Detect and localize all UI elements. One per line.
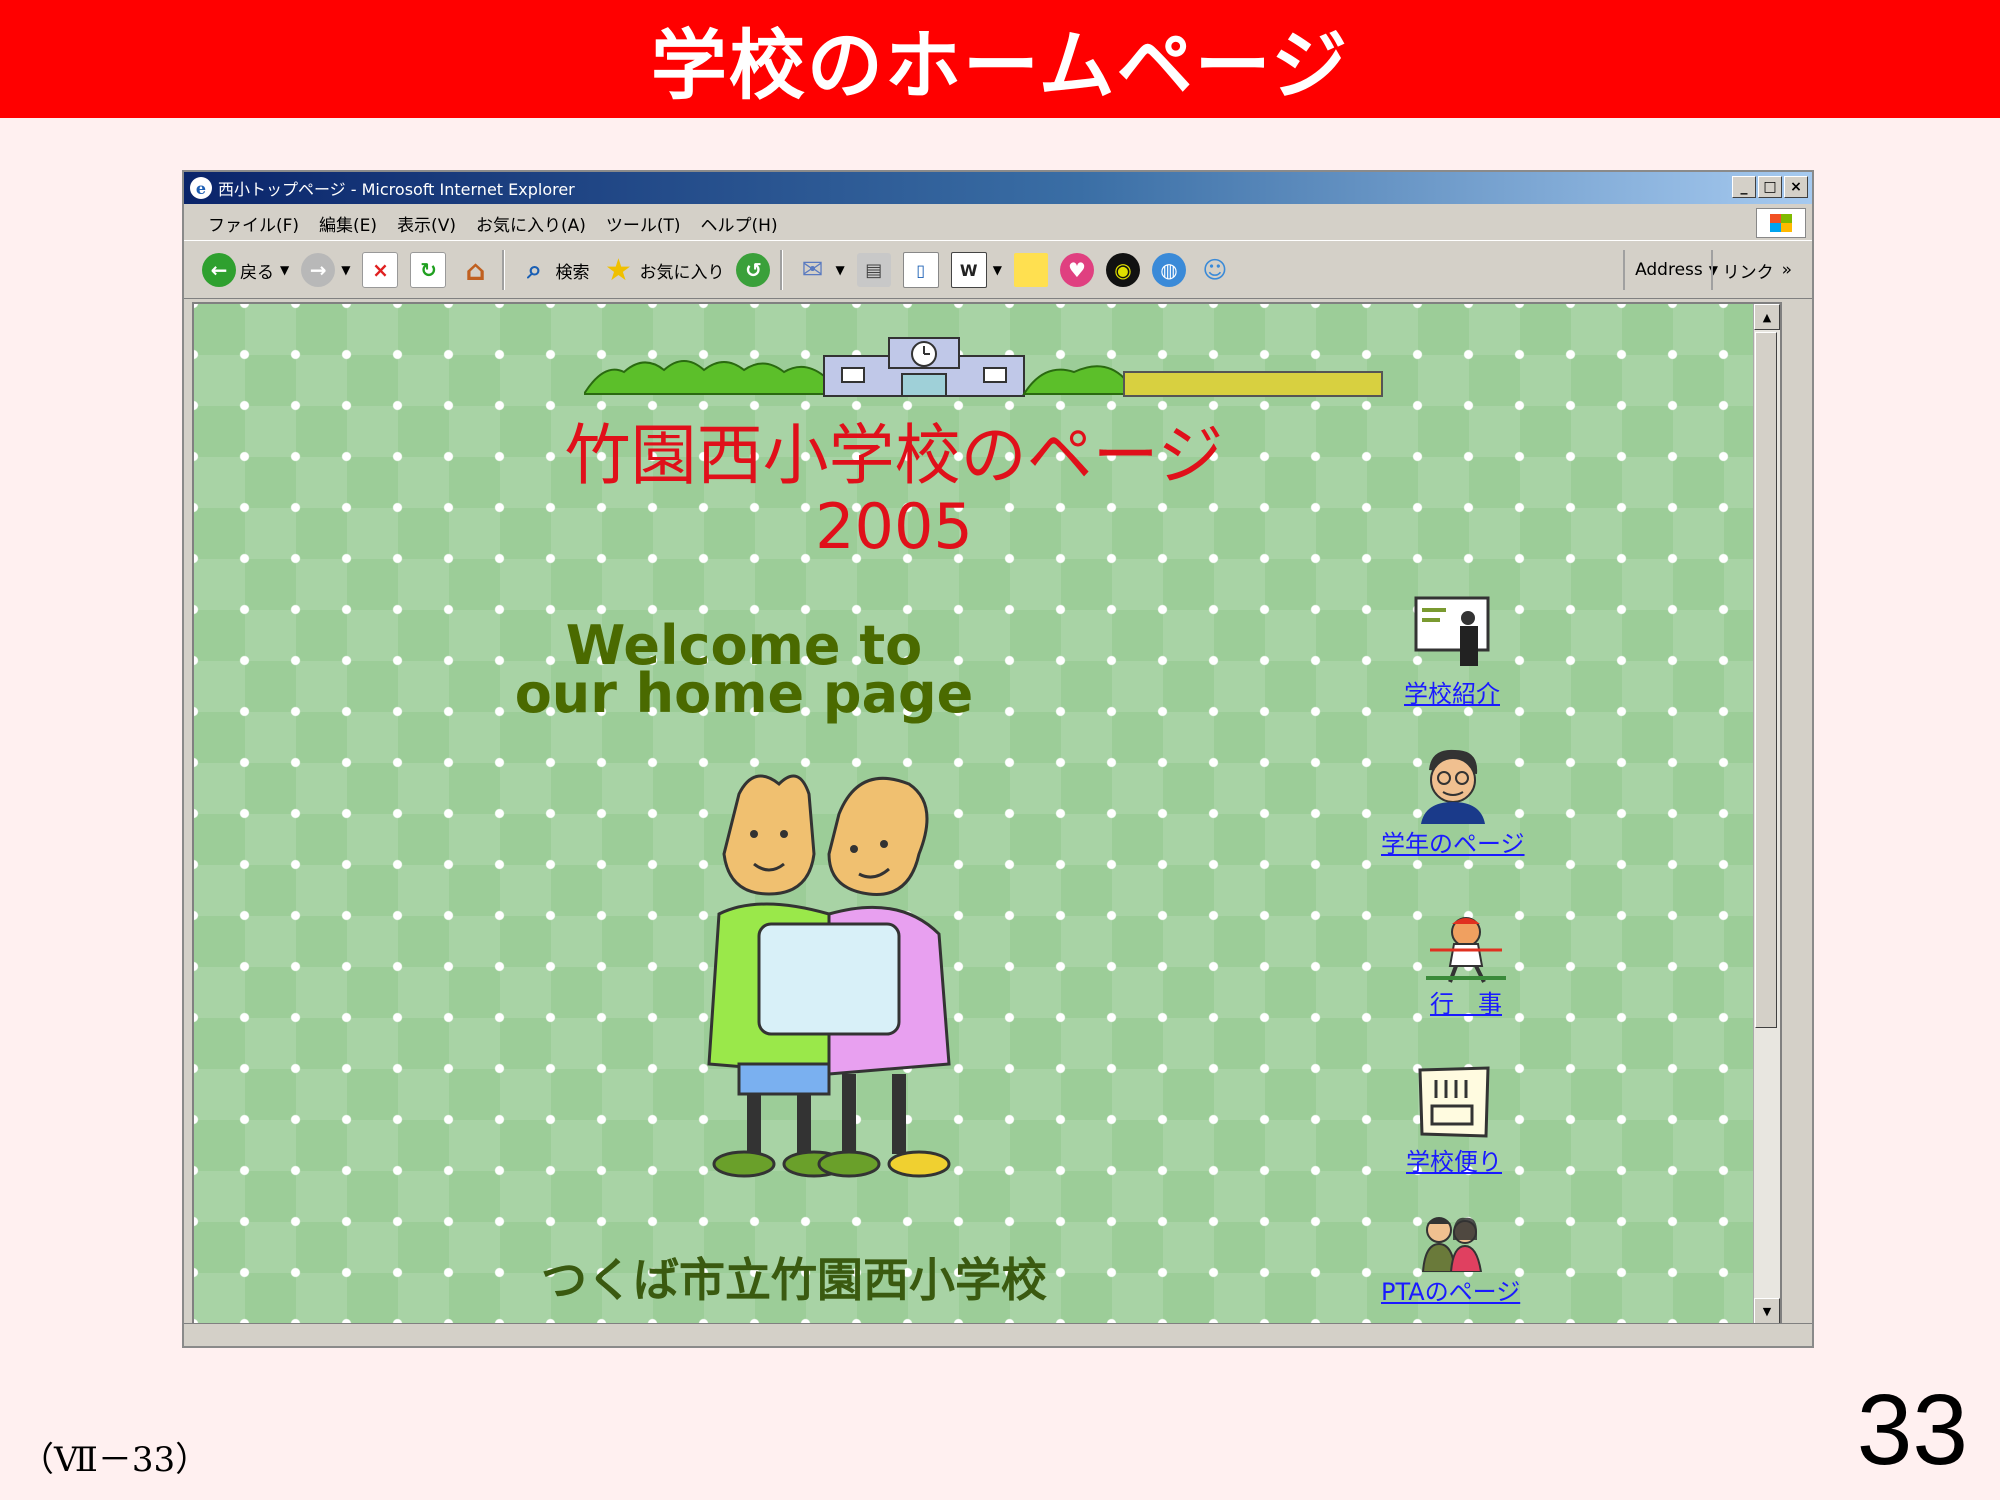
menu-edit[interactable]: 編集(E) (319, 211, 377, 236)
print-button[interactable]: ▤ (856, 253, 891, 287)
page-edit-icon: ▯ (902, 252, 939, 288)
window-title: 西小トップページ - Microsoft Internet Explorer (218, 180, 575, 199)
back-arrow-icon: ← (202, 253, 236, 287)
menu-bar: ファイル(F) 編集(E) 表示(V) お気に入り(A) ツール(T) ヘルプ(… (184, 206, 1812, 241)
parents-icon (1421, 1217, 1482, 1272)
mail-button[interactable]: ✉ ▼ (795, 253, 845, 287)
home-icon: ⌂ (465, 253, 486, 287)
toolbar-separator (780, 250, 784, 290)
nav-pta-page-link[interactable]: PTAのページ (1381, 1272, 1520, 1307)
scroll-thumb[interactable] (1755, 332, 1777, 1028)
internet-explorer-icon: e (190, 177, 212, 199)
page-viewport: 竹園西小学校のページ 2005 Welcome to our home page (192, 302, 1782, 1326)
word-button[interactable]: W ▼ (950, 252, 1002, 288)
back-dropdown-icon[interactable]: ▼ (280, 263, 289, 277)
nav-grade-page[interactable]: 学年のページ (1381, 744, 1525, 859)
slide-page-number: 33 (1856, 1374, 1968, 1486)
address-label: Address (1635, 260, 1703, 280)
teacher-blackboard-icon (1414, 596, 1490, 666)
nav-school-newsletter[interactable]: 学校便り (1406, 1062, 1502, 1177)
running-child-icon (1426, 917, 1506, 983)
nav-school-intro-link[interactable]: 学校紹介 (1404, 674, 1500, 709)
messenger-button[interactable]: ♥ (1059, 253, 1094, 287)
edit-button[interactable]: ▯ (902, 252, 939, 288)
slide-title: 学校のホームページ (650, 21, 1350, 110)
nav-events-link[interactable]: 行 事 (1430, 984, 1502, 1019)
teacher-face-icon (1420, 749, 1485, 824)
window-controls: _ □ × (1732, 176, 1808, 198)
more-chevron-icon[interactable]: » (1782, 260, 1792, 280)
note-icon (1013, 253, 1048, 287)
nav-school-intro[interactable]: 学校紹介 (1404, 594, 1500, 709)
search-icon: ⌕ (527, 254, 542, 285)
messenger-icon: ♥ (1059, 253, 1094, 287)
links-label: リンク (1722, 262, 1774, 283)
welcome-message: Welcome to our home page (444, 619, 1044, 725)
back-button[interactable]: ← 戻る ▼ (202, 253, 289, 287)
browser-window: e 西小トップページ - Microsoft Internet Explorer… (182, 170, 1814, 1348)
windows-logo-icon (1756, 208, 1806, 238)
word-icon: W (950, 252, 987, 288)
globe-button[interactable]: ◍ (1151, 253, 1186, 287)
toolbar-separator (502, 250, 506, 290)
stop-icon: × (362, 252, 399, 288)
forward-button[interactable]: → ▼ (301, 253, 350, 287)
close-button[interactable]: × (1784, 176, 1808, 198)
forward-arrow-icon: → (301, 253, 336, 287)
school-name: つくば市立竹園西小学校 (541, 1253, 1047, 1307)
menu-view[interactable]: 表示(V) (397, 211, 456, 236)
history-icon: ↺ (736, 253, 771, 287)
contacts-button[interactable]: ☺ (1198, 253, 1232, 287)
minimize-button[interactable]: _ (1732, 176, 1756, 198)
forward-dropdown-icon[interactable]: ▼ (341, 263, 350, 277)
scroll-down-button[interactable]: ▼ (1754, 1298, 1780, 1324)
printer-icon: ▤ (856, 253, 891, 287)
links-toolbar[interactable]: リンク » (1710, 250, 1802, 290)
refresh-button[interactable]: ↻ (410, 252, 447, 288)
favorites-button[interactable]: ★ お気に入り (601, 252, 725, 288)
word-dropdown-icon[interactable]: ▼ (993, 263, 1002, 277)
newsletter-icon (1418, 1066, 1490, 1138)
stop-button[interactable]: × (362, 252, 399, 288)
menu-help[interactable]: ヘルプ(H) (701, 211, 778, 236)
refresh-icon: ↻ (410, 252, 447, 288)
history-button[interactable]: ↺ (736, 253, 771, 287)
back-label: 戻る (240, 262, 274, 283)
welcome-line-2: our home page (514, 662, 974, 725)
slide-banner: 学校のホームページ (0, 0, 2000, 118)
favorites-label: お気に入り (639, 262, 725, 283)
note-button[interactable] (1013, 253, 1048, 287)
menu-favorites[interactable]: お気に入り(A) (476, 211, 586, 236)
page-heading: 竹園西小学校のページ (564, 417, 1224, 494)
standard-toolbar: ← 戻る ▼ → ▼ × ↻ ⌂ ⌕ 検索 ★ お気に入り ↺ ✉ ▼ ▤ ▯ … (184, 242, 1812, 299)
title-bar[interactable]: e 西小トップページ - Microsoft Internet Explorer… (184, 172, 1812, 204)
people-icon: ☺ (1202, 256, 1228, 284)
nav-pta-page[interactable]: PTAのページ (1381, 1212, 1520, 1307)
page-year: 2005 (815, 490, 973, 563)
media-button[interactable]: ◉ (1105, 253, 1140, 287)
slide-footer-code: （Ⅶ－33） (20, 1440, 210, 1480)
globe-icon: ◍ (1151, 253, 1186, 287)
nav-school-newsletter-link[interactable]: 学校便り (1406, 1142, 1502, 1177)
media-icon: ◉ (1105, 253, 1140, 287)
home-button[interactable]: ⌂ (458, 253, 492, 287)
nav-grade-page-link[interactable]: 学年のページ (1381, 824, 1525, 859)
vertical-scrollbar[interactable]: ▲ ▼ (1753, 304, 1780, 1324)
mail-icon: ✉ (801, 255, 824, 285)
nav-events[interactable]: 行 事 (1426, 914, 1506, 1019)
menu-tools[interactable]: ツール(T) (606, 211, 681, 236)
children-illustration (707, 774, 951, 1178)
menu-file[interactable]: ファイル(F) (208, 211, 299, 236)
search-label: 検索 (555, 262, 590, 283)
scroll-up-button[interactable]: ▲ (1754, 304, 1780, 330)
mail-dropdown-icon[interactable]: ▼ (835, 263, 844, 277)
search-button[interactable]: ⌕ 検索 (517, 253, 589, 287)
star-icon: ★ (605, 252, 632, 288)
school-building-illustration (584, 337, 1383, 397)
maximize-button[interactable]: □ (1758, 176, 1782, 198)
status-bar (184, 1323, 1812, 1346)
